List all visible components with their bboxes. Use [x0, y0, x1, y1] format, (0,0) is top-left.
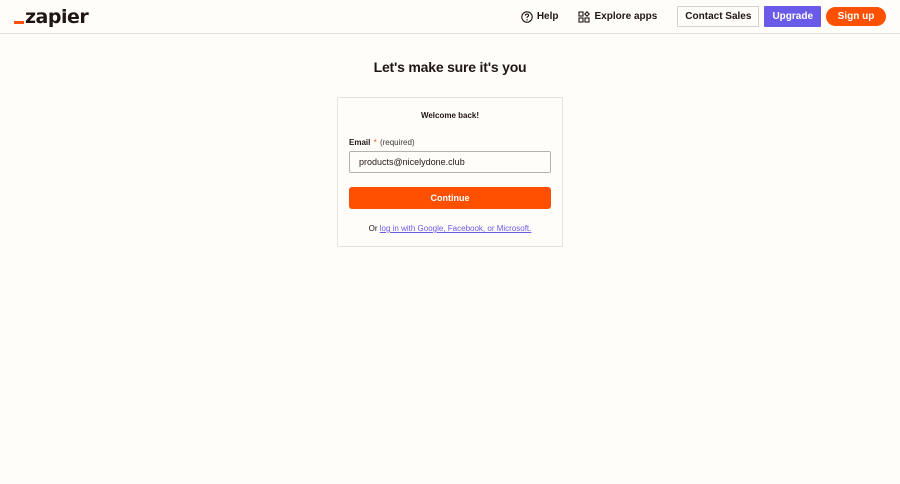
logo-text: zapier [25, 6, 89, 28]
explore-apps-link[interactable]: Explore apps [578, 10, 658, 23]
required-hint: (required) [379, 138, 415, 147]
question-circle-icon [521, 10, 533, 23]
contact-sales-button[interactable]: Contact Sales [677, 6, 760, 27]
top-header: zapier Help Explore apps Contact Sales U… [0, 0, 900, 34]
continue-button[interactable]: Continue [349, 187, 551, 209]
card-title: Welcome back! [420, 111, 480, 120]
sign-up-button[interactable]: Sign up [826, 7, 886, 26]
social-login-link[interactable]: log in with Google, Facebook, or Microso… [380, 224, 532, 233]
header-nav: Help Explore apps Contact Sales Upgrade … [521, 6, 886, 27]
email-input[interactable] [349, 151, 551, 173]
email-label: Email [349, 138, 371, 147]
help-label: Help [536, 11, 559, 22]
login-card: Welcome back! Email * (required) Continu… [337, 97, 563, 247]
logo-underscore [14, 21, 24, 24]
alt-login-prefix: Or [368, 224, 378, 233]
alt-login-text: Or log in with Google, Facebook, or Micr… [338, 224, 562, 233]
apps-grid-icon [578, 10, 591, 23]
explore-apps-label: Explore apps [594, 11, 658, 22]
required-asterisk: * [373, 138, 377, 147]
help-link[interactable]: Help [521, 10, 559, 23]
email-field-label: Email * (required) [349, 138, 415, 147]
zapier-logo[interactable]: zapier [14, 6, 89, 28]
upgrade-button[interactable]: Upgrade [764, 6, 821, 27]
page-title: Let's make sure it's you [373, 59, 527, 75]
